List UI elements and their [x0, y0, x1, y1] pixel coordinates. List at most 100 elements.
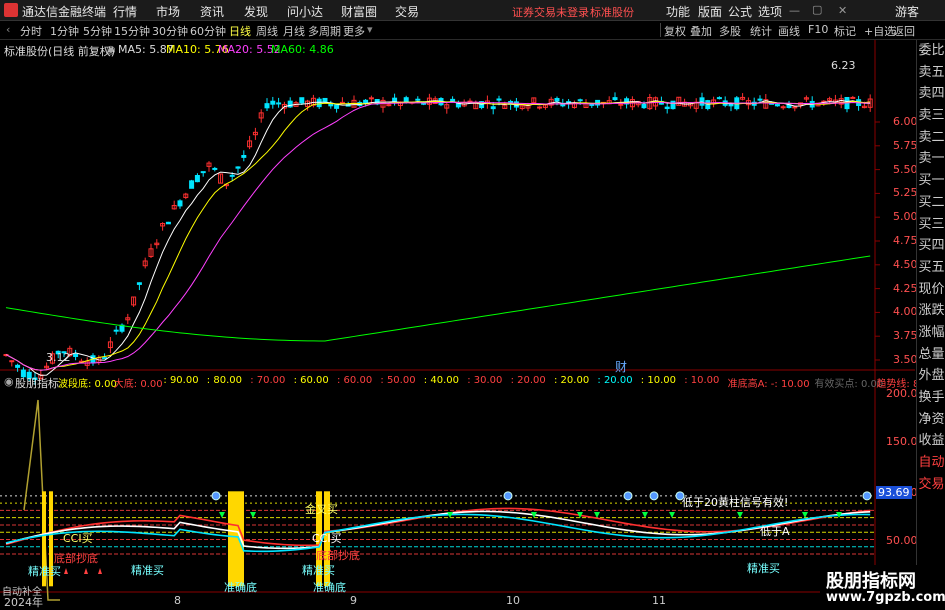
sidebar-item[interactable]: 现价	[917, 279, 945, 301]
price-tick: 5.25	[893, 186, 918, 200]
sidebar-item[interactable]: 卖四	[917, 83, 945, 105]
tf-1min[interactable]: 1分钟	[50, 23, 79, 39]
price-tick: 5.50	[893, 162, 918, 176]
indicator-settings-icon[interactable]: ◉	[4, 375, 14, 388]
green-arrow-icon	[802, 512, 808, 518]
menu-item-options[interactable]: 选项	[758, 3, 782, 20]
tool-multistock[interactable]: 多股	[719, 23, 741, 39]
sidebar-item[interactable]: 买二	[917, 192, 945, 214]
low-marker: 3.12	[46, 351, 71, 364]
sidebar-item[interactable]: 卖一	[917, 148, 945, 170]
menu-item-market[interactable]: 市场	[156, 3, 180, 20]
candle-body	[322, 97, 328, 103]
candle-body	[392, 97, 398, 103]
price-tick: 4.50	[893, 257, 918, 271]
tf-weekly[interactable]: 周线	[256, 23, 278, 39]
tool-overlay[interactable]: 叠加	[690, 23, 712, 39]
sidebar-item[interactable]: 委比	[917, 40, 945, 62]
chevron-down-icon[interactable]: ▾	[367, 23, 373, 36]
sidebar-item[interactable]: 买五	[917, 257, 945, 279]
tf-5min[interactable]: 5分钟	[83, 23, 112, 39]
indicator-param: 大底: 0.00	[113, 379, 163, 390]
signal-dot	[649, 491, 659, 501]
sidebar-item[interactable]: 换手	[917, 387, 945, 409]
window-icon[interactable]: ▢	[812, 3, 822, 16]
sidebar-item[interactable]: 净资	[917, 409, 945, 431]
sidebar-item[interactable]: 总量	[917, 344, 945, 366]
candle-body	[73, 353, 79, 358]
menu-item-layout[interactable]: 版面	[698, 3, 722, 20]
green-arrow-icon	[250, 512, 256, 518]
sidebar-item[interactable]: 外盘	[917, 365, 945, 387]
sidebar-item[interactable]: 涨跌	[917, 300, 945, 322]
tf-multi[interactable]: 多周期	[308, 23, 341, 39]
bottom-signal-label-2: 底部抄底	[316, 549, 360, 562]
price-tick: 4.25	[893, 281, 918, 295]
sidebar-item[interactable]: 自动	[917, 452, 945, 474]
tf-15min[interactable]: 15分钟	[114, 23, 150, 39]
tf-fenshi[interactable]: 分时	[20, 23, 42, 39]
green-arrow-icon	[642, 512, 648, 518]
candle-body	[386, 104, 392, 107]
menu-item-formula[interactable]: 公式	[728, 3, 752, 20]
tool-f10[interactable]: F10	[808, 23, 828, 36]
time-tick: 11	[652, 594, 666, 607]
candle-body	[757, 98, 763, 101]
close-icon[interactable]: ✕	[838, 4, 847, 17]
candle-body	[496, 98, 502, 101]
candle-body	[276, 102, 282, 105]
login-status[interactable]: 证券交易未登录	[512, 4, 589, 20]
sidebar-item[interactable]: 交易	[917, 474, 945, 496]
candle-body	[612, 97, 618, 101]
user-label[interactable]: 游客	[895, 3, 919, 20]
tf-more[interactable]: 更多	[343, 23, 365, 39]
menu-item-news[interactable]: 资讯	[200, 3, 224, 20]
tool-mark[interactable]: 标记	[834, 23, 856, 39]
candle-body	[699, 97, 705, 106]
indicator-param: : 50.00	[380, 375, 416, 386]
settings-icon[interactable]: ◉	[106, 43, 116, 56]
tf-monthly[interactable]: 月线	[283, 23, 305, 39]
sidebar-item[interactable]: 买三	[917, 214, 945, 236]
tool-back[interactable]: 返回	[893, 23, 915, 39]
tool-stats[interactable]: 统计	[750, 23, 772, 39]
sidebar-item[interactable]: 卖三	[917, 105, 945, 127]
precise-buy-label-1: 精准买	[28, 565, 61, 578]
candle-body	[334, 104, 340, 109]
indicator-param: : 30.00	[467, 375, 503, 386]
sidebar-item[interactable]: 卖二	[917, 127, 945, 149]
chevron-left-icon[interactable]: ‹	[6, 23, 10, 36]
green-arrow-icon	[669, 512, 675, 518]
sidebar-item[interactable]: 收益	[917, 430, 945, 452]
menu-item-ask[interactable]: 问小达	[287, 3, 323, 20]
candle-body	[229, 174, 235, 177]
precise-buy-label-2: 精准买	[131, 564, 164, 577]
menu-item-function[interactable]: 功能	[666, 3, 690, 20]
tool-fuquan[interactable]: 复权	[664, 23, 686, 39]
candle-body	[9, 360, 15, 363]
stock-name-top: 标准股份	[590, 6, 634, 19]
candle-body	[641, 103, 647, 109]
financial-marker[interactable]: 财	[615, 358, 627, 375]
minimize-icon[interactable]: —	[789, 4, 800, 17]
sidebar-item[interactable]: 卖五	[917, 62, 945, 84]
tf-30min[interactable]: 30分钟	[152, 23, 188, 39]
watermark-line2: www.7gpzb.com	[826, 590, 945, 605]
menu-item-hangqing[interactable]: 行情	[113, 3, 137, 20]
tf-daily[interactable]: 日线	[229, 23, 251, 39]
menu-item-trade[interactable]: 交易	[395, 3, 419, 20]
sidebar-item[interactable]: 买一	[917, 170, 945, 192]
candle-body	[212, 167, 218, 170]
sidebar-item[interactable]: 买四	[917, 235, 945, 257]
menu-item-discover[interactable]: 发现	[244, 3, 268, 20]
tf-60min[interactable]: 60分钟	[190, 23, 226, 39]
green-arrow-icon	[737, 512, 743, 518]
menu-item-wealth[interactable]: 财富圈	[341, 3, 377, 20]
tool-draw[interactable]: 画线	[778, 23, 800, 39]
signal-dot	[211, 491, 221, 501]
chart-header: 标准股份(日线 前复权)	[4, 45, 116, 58]
sidebar-item[interactable]: 涨幅	[917, 322, 945, 344]
tool-add-favorite[interactable]: +自选	[864, 23, 895, 39]
app-logo-icon	[4, 3, 18, 17]
candle-body	[618, 103, 624, 106]
